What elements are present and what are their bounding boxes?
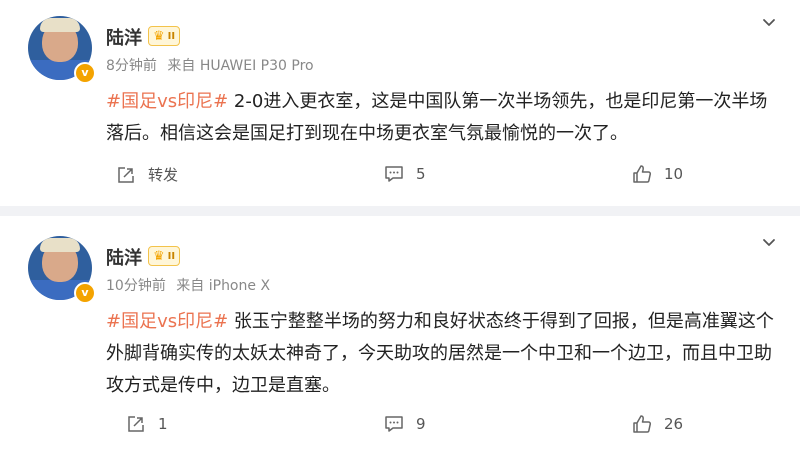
repost-button[interactable]: 转发 xyxy=(116,164,178,185)
verified-icon: v xyxy=(74,62,96,84)
post-card: v 陆洋 ♛ II 8分钟前 来自 HUAWEI P30 Pro #国足vs印尼… xyxy=(0,0,800,206)
comment-icon xyxy=(385,166,403,182)
crown-icon: ♛ xyxy=(153,248,165,264)
crown-icon: ♛ xyxy=(153,28,165,44)
post-meta: 8分钟前 来自 HUAWEI P30 Pro xyxy=(106,55,320,75)
post-card: v 陆洋 ♛ II 10分钟前 来自 iPhone X #国足vs印尼# 张玉宁… xyxy=(0,216,800,456)
comment-count: 5 xyxy=(416,165,426,183)
like-count: 10 xyxy=(664,165,684,183)
post-time[interactable]: 10分钟前 xyxy=(106,278,166,294)
repost-icon xyxy=(128,416,144,432)
topic-link[interactable]: #国足vs印尼# xyxy=(106,91,228,112)
repost-button[interactable]: 1 xyxy=(126,414,168,434)
post-source: 来自 iPhone X xyxy=(176,278,271,294)
post-meta: 10分钟前 来自 iPhone X xyxy=(106,275,276,295)
topic-link[interactable]: #国足vs印尼# xyxy=(106,311,228,332)
like-button[interactable]: 10 xyxy=(632,164,683,184)
level-label: II xyxy=(167,250,176,262)
comment-button[interactable]: 5 xyxy=(384,164,426,184)
comment-icon xyxy=(385,416,403,432)
level-label: II xyxy=(167,30,176,42)
thumbs-up-icon xyxy=(633,165,652,183)
post-text: #国足vs印尼# 2-0进入更衣室，这是中国队第一次半场领先，也是印尼第一次半场… xyxy=(106,86,776,150)
like-button[interactable]: 26 xyxy=(632,414,683,434)
comment-button[interactable]: 9 xyxy=(384,414,426,434)
verified-icon: v xyxy=(74,282,96,304)
action-bar: 转发 5 10 xyxy=(0,164,800,194)
chevron-down-icon[interactable] xyxy=(762,236,776,250)
chevron-down-icon[interactable] xyxy=(762,16,776,30)
thumbs-up-icon xyxy=(633,415,652,433)
like-count: 26 xyxy=(664,415,684,433)
action-bar: 1 9 26 xyxy=(0,414,800,444)
username[interactable]: 陆洋 xyxy=(106,24,142,50)
comment-count: 9 xyxy=(416,415,426,433)
post-source: 来自 HUAWEI P30 Pro xyxy=(167,58,314,74)
level-badge[interactable]: ♛ II xyxy=(148,26,181,46)
post-time[interactable]: 8分钟前 xyxy=(106,58,157,74)
level-badge[interactable]: ♛ II xyxy=(148,246,181,266)
repost-count: 1 xyxy=(158,415,168,433)
post-text: #国足vs印尼# 张玉宁整整半场的努力和良好状态终于得到了回报，但是高准翼这个外… xyxy=(106,306,776,402)
username[interactable]: 陆洋 xyxy=(106,244,142,270)
repost-icon xyxy=(118,166,134,183)
repost-label: 转发 xyxy=(148,166,179,184)
